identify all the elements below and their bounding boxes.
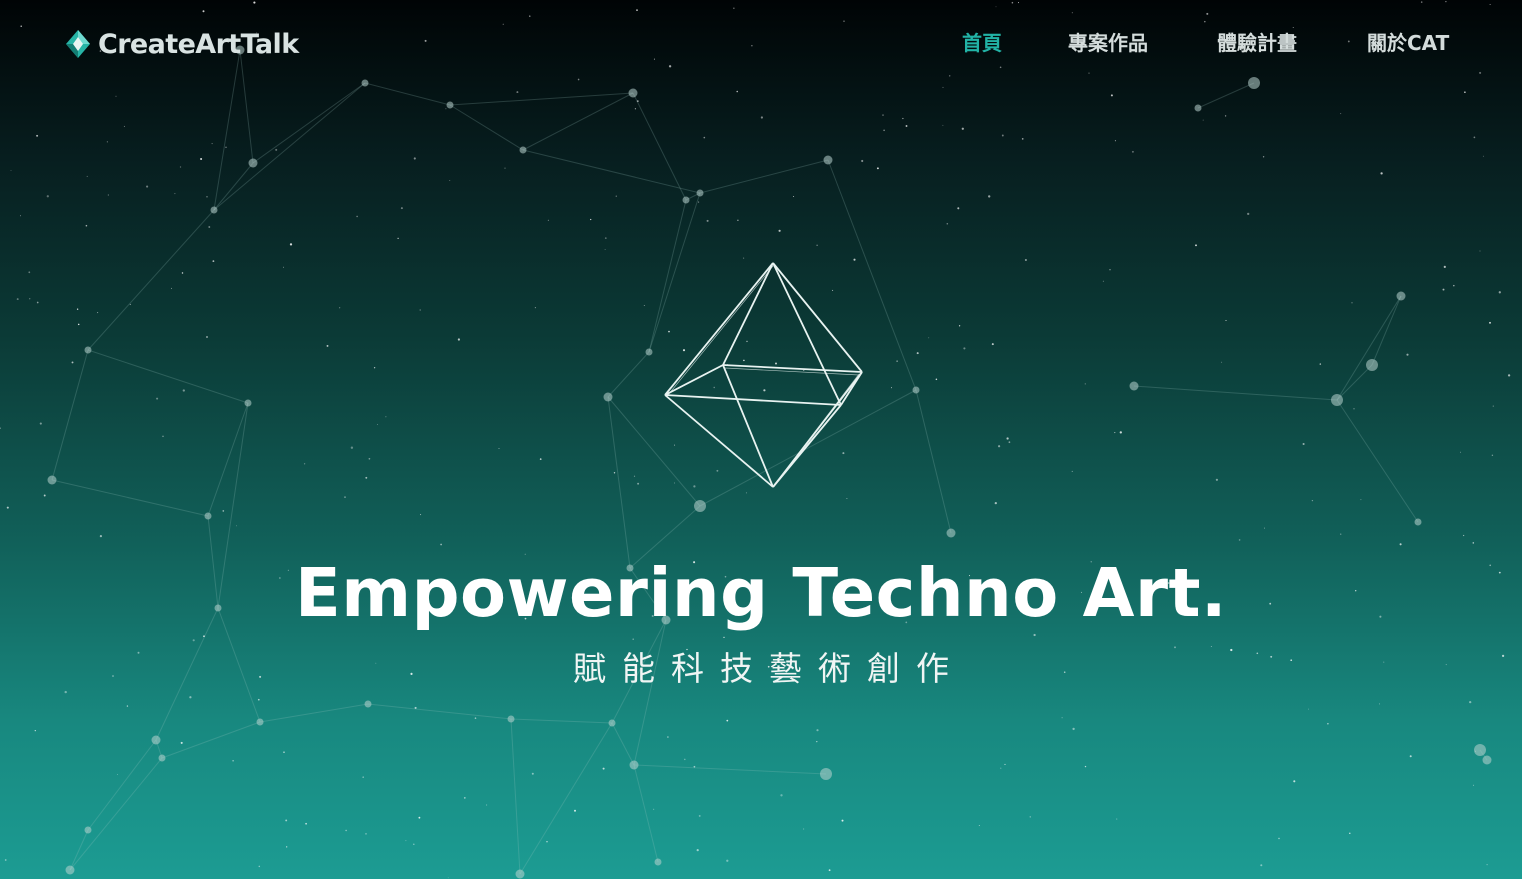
nav-item-experience[interactable]: 體驗計畫 [1217,28,1297,58]
top-navbar: CreateArtTalk 首頁 專案作品 體驗計畫 關於CAT [0,0,1522,88]
diamond-logo-icon [64,28,92,60]
hero-subtitle: 賦能科技藝術創作 [573,649,965,688]
main-nav-menu: 首頁 專案作品 體驗計畫 關於CAT [900,28,1460,60]
octahedron-wireframe-icon [664,262,863,488]
brand-logo-link[interactable]: CreateArtTalk [64,24,299,64]
hero-title: Empowering Techno Art. [295,554,1227,632]
nav-item-projects[interactable]: 專案作品 [1068,28,1148,58]
hero-section: CreateArtTalk 首頁 專案作品 體驗計畫 關於CAT Empower… [0,0,1522,879]
brand-name: CreateArtTalk [98,28,299,60]
nav-item-about[interactable]: 關於CAT [1367,28,1449,58]
nav-item-home[interactable]: 首頁 [962,28,1002,58]
